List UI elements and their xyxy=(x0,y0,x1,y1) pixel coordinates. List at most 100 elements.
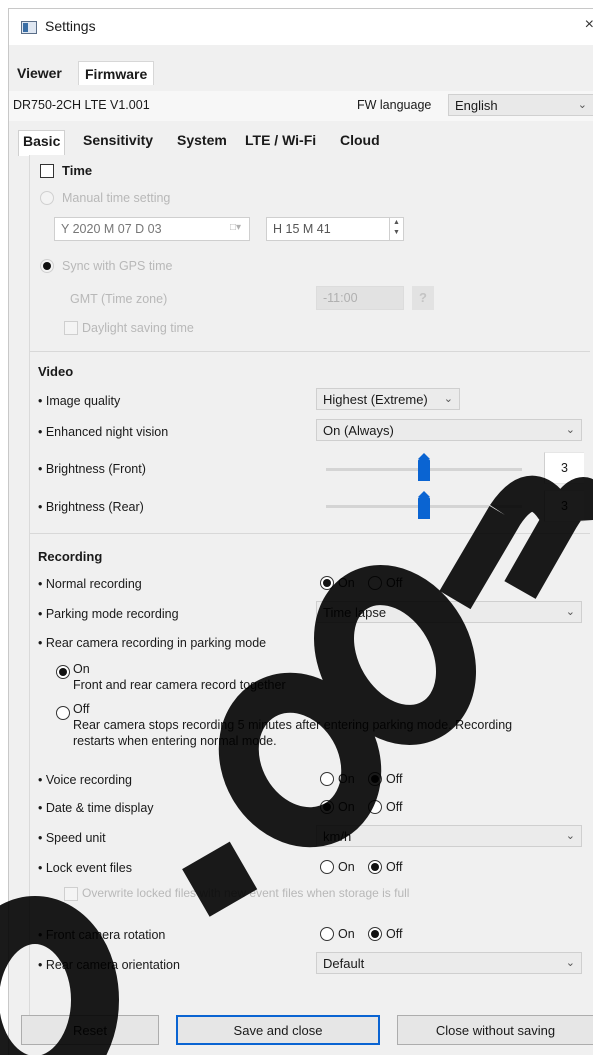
image-quality-label: • Image quality xyxy=(38,394,121,408)
dst-label: Daylight saving time xyxy=(82,321,194,335)
rear-off-desc-1: Rear camera stops recording 5 minutes af… xyxy=(73,718,513,732)
rear-on-label: On xyxy=(73,662,90,676)
tab-lte-wifi[interactable]: LTE / Wi-Fi xyxy=(241,130,320,150)
lock-off-label: Off xyxy=(386,860,403,874)
voice-off-label: Off xyxy=(386,772,403,786)
gmt-select[interactable]: -11:00 xyxy=(316,286,404,310)
tab-basic[interactable]: Basic xyxy=(18,130,66,156)
title-bar: Settings × xyxy=(9,9,593,45)
voice-on-label: On xyxy=(338,772,355,786)
calendar-icon[interactable]: □▾ xyxy=(230,222,241,233)
recording-section-title: Recording xyxy=(38,549,103,564)
rear-on-desc: Front and rear camera record together xyxy=(73,678,286,692)
rear-on-radio[interactable] xyxy=(56,665,70,679)
video-section-title: Video xyxy=(38,364,74,379)
close-without-saving-button[interactable]: Close without saving xyxy=(397,1015,593,1045)
lock-event-label: • Lock event files xyxy=(38,861,133,875)
night-vision-value: On (Always) xyxy=(323,423,394,438)
window-title: Settings xyxy=(45,18,96,34)
rear-orientation-select[interactable]: Default ⌄ xyxy=(316,952,582,974)
gmt-value: -11:00 xyxy=(323,291,358,305)
rear-parking-label: • Rear camera recording in parking mode xyxy=(38,636,267,650)
parking-recording-label: • Parking mode recording xyxy=(38,607,179,621)
front-rotation-on-radio[interactable] xyxy=(320,927,334,941)
brightness-rear-thumb[interactable] xyxy=(418,491,430,519)
normal-recording-label: • Normal recording xyxy=(38,577,142,591)
help-icon[interactable]: ? xyxy=(412,286,434,310)
image-quality-value: Highest (Extreme) xyxy=(323,392,428,407)
voice-recording-label: • Voice recording xyxy=(38,773,133,787)
date-input[interactable]: Y 2020 M 07 D 03 □▾ xyxy=(54,217,250,241)
gmt-label: GMT (Time zone) xyxy=(70,292,168,306)
time-checkbox[interactable] xyxy=(40,164,54,178)
datetime-off-radio[interactable] xyxy=(368,800,382,814)
settings-window: Settings × Viewer Firmware DR750-2CH LTE… xyxy=(8,8,593,1055)
speed-unit-select[interactable]: km/h ⌄ xyxy=(316,825,582,847)
settings-panel: Time Manual time setting Y 2020 M 07 D 0… xyxy=(29,155,593,1025)
manual-time-radio[interactable] xyxy=(40,191,54,205)
brightness-rear-label: • Brightness (Rear) xyxy=(38,500,144,514)
normal-off-radio[interactable] xyxy=(368,576,382,590)
tab-firmware[interactable]: Firmware xyxy=(78,61,155,85)
rear-off-desc-2: restarts when entering normal mode. xyxy=(73,734,277,748)
front-rotation-on-label: On xyxy=(338,927,355,941)
image-quality-select[interactable]: Highest (Extreme) ⌄ xyxy=(316,388,460,410)
fw-language-select[interactable]: English ⌄ xyxy=(448,94,593,116)
chevron-down-icon: ⌄ xyxy=(565,606,575,618)
datetime-display-label: • Date & time display xyxy=(38,801,154,815)
lock-on-radio[interactable] xyxy=(320,860,334,874)
lock-off-radio[interactable] xyxy=(368,860,382,874)
front-rotation-off-label: Off xyxy=(386,927,403,941)
normal-on-label: On xyxy=(338,576,355,590)
fw-language-value: English xyxy=(455,98,498,113)
rear-off-radio[interactable] xyxy=(56,706,70,720)
speed-unit-label: • Speed unit xyxy=(38,831,106,845)
datetime-on-radio[interactable] xyxy=(320,800,334,814)
close-icon[interactable]: × xyxy=(585,16,593,34)
normal-off-label: Off xyxy=(386,576,403,590)
chevron-down-icon: ⌄ xyxy=(565,830,575,842)
app-icon xyxy=(21,21,37,34)
parking-recording-value: Time lapse xyxy=(323,605,387,620)
device-info-bar: DR750-2CH LTE V1.001 FW language English… xyxy=(9,91,593,121)
front-rotation-off-radio[interactable] xyxy=(368,927,382,941)
date-value: Y 2020 M 07 D 03 xyxy=(61,222,162,236)
tab-cloud[interactable]: Cloud xyxy=(336,130,384,150)
time-input[interactable]: H 15 M 41 ▲ ▼ xyxy=(266,217,404,241)
voice-on-radio[interactable] xyxy=(320,772,334,786)
chevron-down-icon: ⌄ xyxy=(443,393,453,405)
brightness-front-value: 3 xyxy=(544,452,584,484)
night-vision-select[interactable]: On (Always) ⌄ xyxy=(316,419,582,441)
brightness-front-label: • Brightness (Front) xyxy=(38,462,146,476)
parking-recording-select[interactable]: Time lapse ⌄ xyxy=(316,601,582,623)
tab-viewer[interactable]: Viewer xyxy=(11,61,68,85)
datetime-on-label: On xyxy=(338,800,355,814)
brightness-rear-value: 3 xyxy=(544,490,584,522)
fw-language-label: FW language xyxy=(357,98,432,112)
tab-sensitivity[interactable]: Sensitivity xyxy=(79,130,157,150)
voice-off-radio[interactable] xyxy=(368,772,382,786)
dst-checkbox[interactable] xyxy=(64,321,78,335)
reset-button[interactable]: Reset xyxy=(21,1015,159,1045)
spinner-icon[interactable]: ▲ ▼ xyxy=(389,218,403,240)
tab-system[interactable]: System xyxy=(173,130,231,150)
overwrite-checkbox[interactable] xyxy=(64,887,78,901)
chevron-down-icon: ⌄ xyxy=(565,424,575,436)
save-and-close-button[interactable]: Save and close xyxy=(176,1015,380,1045)
time-value: H 15 M 41 xyxy=(273,222,331,236)
normal-on-radio[interactable] xyxy=(320,576,334,590)
manual-time-label: Manual time setting xyxy=(62,191,171,205)
datetime-off-label: Off xyxy=(386,800,403,814)
device-model: DR750-2CH LTE V1.001 xyxy=(13,98,150,112)
time-section-title: Time xyxy=(62,163,93,178)
chevron-down-icon: ⌄ xyxy=(565,957,575,969)
rear-orientation-label: • Rear camera orientation xyxy=(38,958,180,972)
gps-time-label: Sync with GPS time xyxy=(62,259,173,273)
front-rotation-label: • Front camera rotation xyxy=(38,928,166,942)
lock-on-label: On xyxy=(338,860,355,874)
chevron-down-icon: ⌄ xyxy=(577,99,587,111)
overwrite-label: Overwrite locked files with new event fi… xyxy=(82,886,410,900)
divider xyxy=(30,351,590,352)
gps-time-radio[interactable] xyxy=(40,259,54,273)
brightness-front-thumb[interactable] xyxy=(418,453,430,481)
